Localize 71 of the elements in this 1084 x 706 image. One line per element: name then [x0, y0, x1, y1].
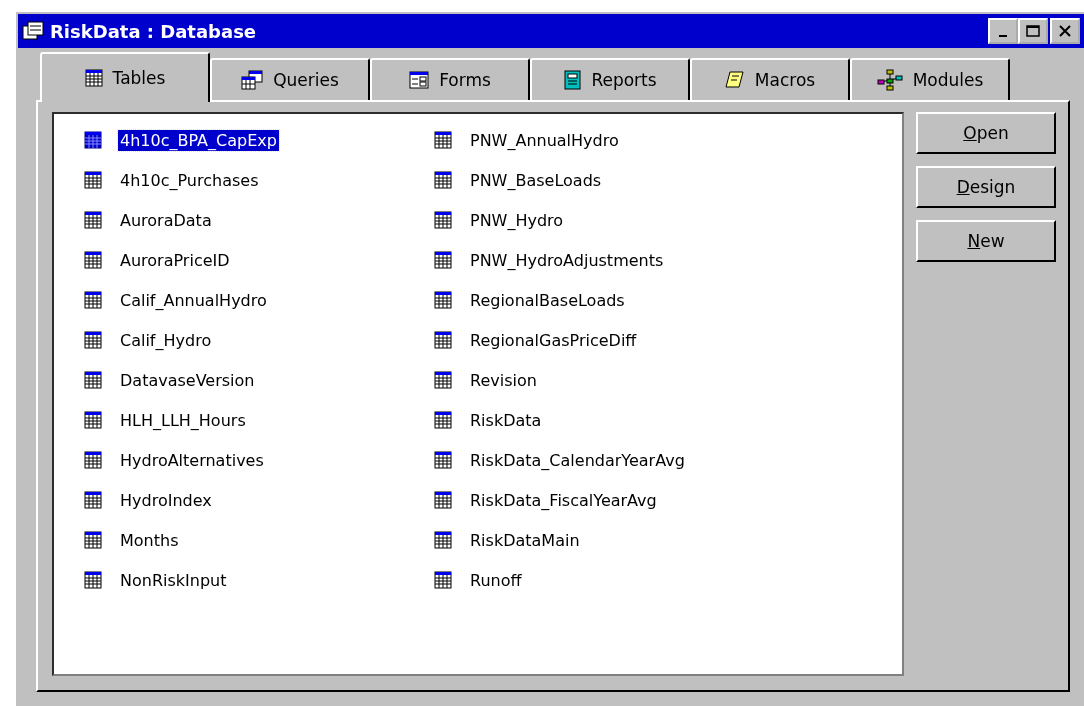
tab[interactable]: Tables: [40, 52, 210, 102]
tab[interactable]: Macros: [690, 58, 850, 100]
table-icon: [434, 131, 452, 149]
table-icon: [434, 291, 452, 309]
table-icon: [84, 251, 102, 269]
table-icon: [434, 571, 452, 589]
tab[interactable]: Forms: [370, 58, 530, 100]
list-item[interactable]: AuroraPriceID: [118, 249, 232, 271]
list-item[interactable]: PNW_HydroAdjustments: [468, 249, 666, 271]
list-item[interactable]: HLH_LLH_Hours: [118, 409, 248, 431]
list-item[interactable]: HydroIndex: [118, 489, 214, 511]
stacked-tables-icon: [241, 70, 264, 90]
table-icon: [84, 69, 103, 87]
table-icon: [84, 131, 102, 149]
tab[interactable]: Reports: [530, 58, 690, 100]
table-icon: [84, 211, 102, 229]
table-icon: [434, 211, 452, 229]
maximize-button[interactable]: [1018, 18, 1048, 44]
table-icon: [434, 491, 452, 509]
table-icon: [84, 451, 102, 469]
table-icon: [84, 171, 102, 189]
list-item[interactable]: Calif_AnnualHydro: [118, 289, 269, 311]
list-item[interactable]: RegionalBaseLoads: [468, 289, 627, 311]
table-icon: [434, 171, 452, 189]
list-item[interactable]: PNW_AnnualHydro: [468, 129, 621, 151]
tab[interactable]: Queries: [210, 58, 370, 100]
table-icon: [434, 371, 452, 389]
list-item[interactable]: HydroAlternatives: [118, 449, 266, 471]
list-item[interactable]: Revision: [468, 369, 539, 391]
table-icon: [434, 251, 452, 269]
table-icon: [84, 411, 102, 429]
list-item[interactable]: 4h10c_Purchases: [118, 169, 261, 191]
form-icon: [409, 71, 430, 89]
action-button[interactable]: New: [916, 220, 1056, 262]
list-item[interactable]: 4h10c_BPA_CapExp: [118, 129, 279, 151]
list-item[interactable]: RiskData_FiscalYearAvg: [468, 489, 659, 511]
list-item[interactable]: NonRiskInput: [118, 569, 229, 591]
list-item[interactable]: AuroraData: [118, 209, 214, 231]
list-item[interactable]: Runoff: [468, 569, 524, 591]
table-icon: [84, 571, 102, 589]
list-item[interactable]: RiskData: [468, 409, 544, 431]
list-item[interactable]: DatavaseVersion: [118, 369, 257, 391]
list-item[interactable]: PNW_Hydro: [468, 209, 566, 231]
minimize-button[interactable]: [988, 18, 1018, 44]
database-icon: [22, 21, 44, 41]
list-item[interactable]: RiskDataMain: [468, 529, 582, 551]
module-icon: [876, 69, 903, 91]
list-item[interactable]: RiskData_CalendarYearAvg: [468, 449, 687, 471]
scroll-icon: [724, 70, 745, 90]
maximize-icon: [1026, 25, 1040, 37]
table-icon: [434, 411, 452, 429]
list-item[interactable]: RegionalGasPriceDiff: [468, 329, 639, 351]
action-button[interactable]: Design: [916, 166, 1056, 208]
tab[interactable]: Modules: [850, 58, 1010, 100]
table-icon: [84, 331, 102, 349]
table-icon: [434, 451, 452, 469]
list-item[interactable]: Months: [118, 529, 181, 551]
minimize-icon: [999, 35, 1007, 37]
list-item[interactable]: PNW_BaseLoads: [468, 169, 604, 191]
list-item[interactable]: Calif_Hydro: [118, 329, 214, 351]
table-icon: [84, 491, 102, 509]
close-button[interactable]: [1050, 18, 1080, 44]
window-title: RiskData : Database: [50, 20, 258, 42]
table-icon: [434, 331, 452, 349]
report-icon: [563, 70, 582, 90]
table-icon: [434, 531, 452, 549]
close-icon: [1058, 25, 1072, 37]
action-button[interactable]: Open: [916, 112, 1056, 154]
table-icon: [84, 371, 102, 389]
table-icon: [84, 291, 102, 309]
table-icon: [84, 531, 102, 549]
